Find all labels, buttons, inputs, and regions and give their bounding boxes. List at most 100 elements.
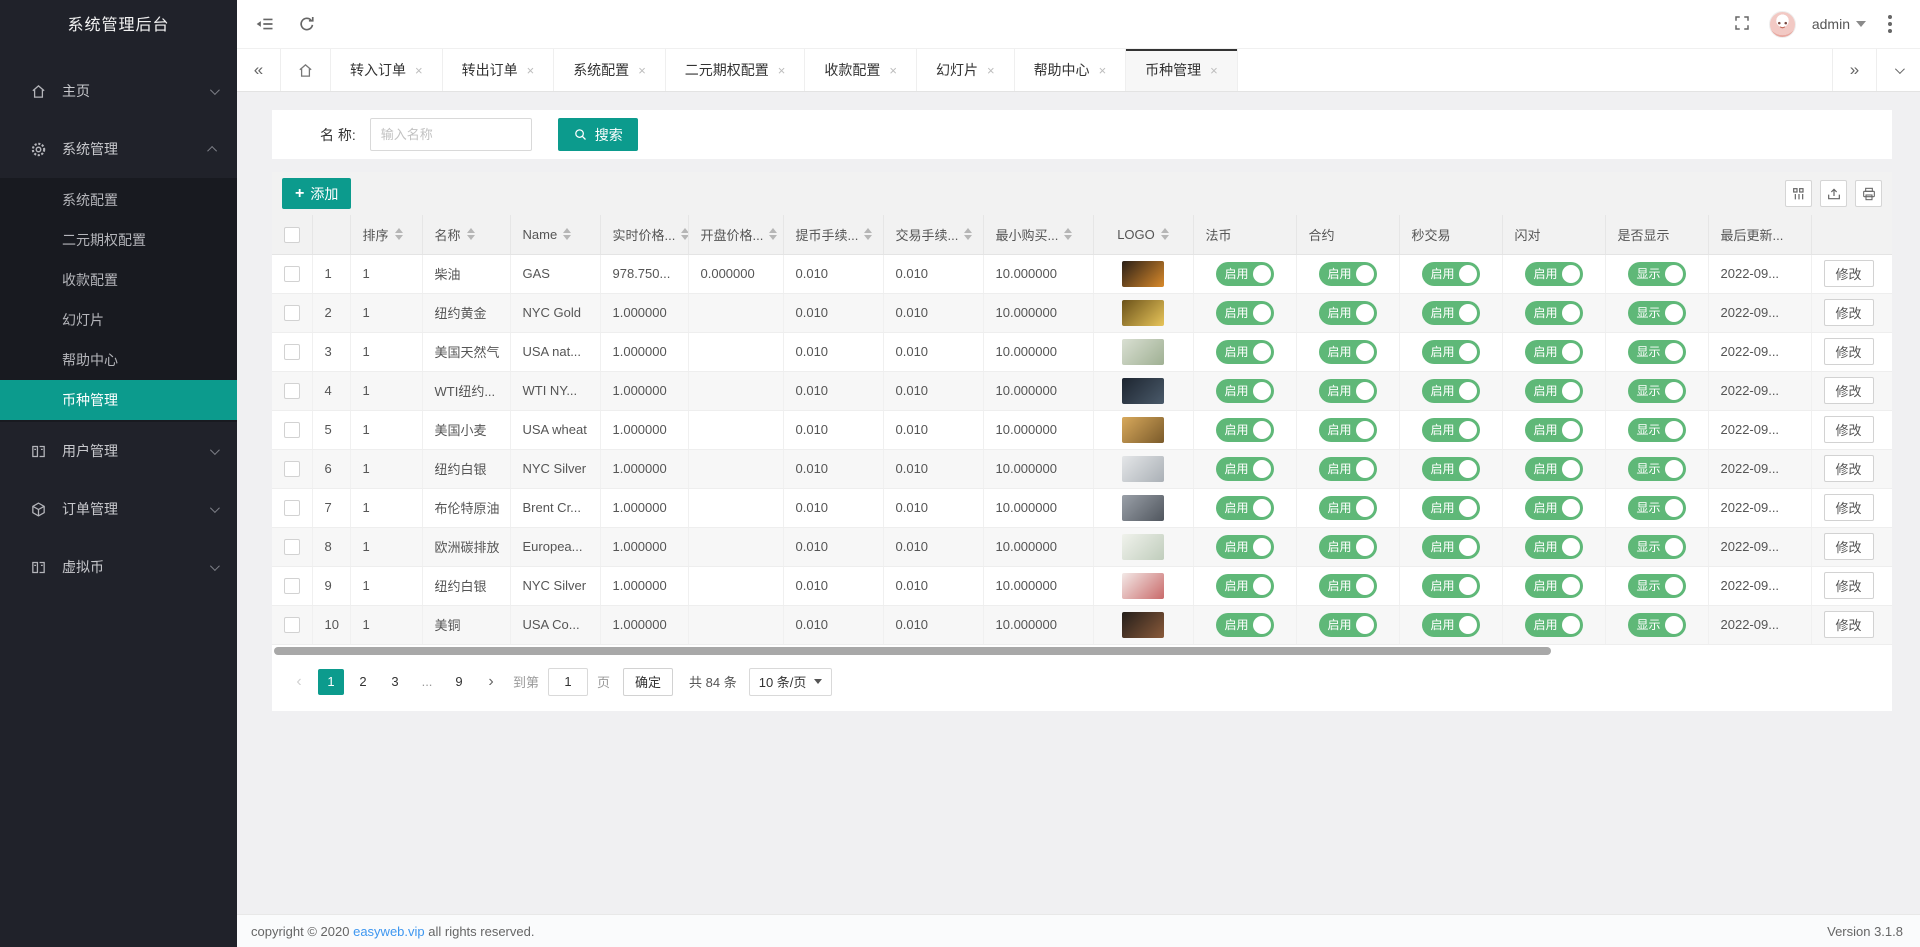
pagination-page-9[interactable]: 9 xyxy=(446,669,472,695)
sidebar-subitem-currency-management[interactable]: 币种管理 xyxy=(0,380,237,420)
print-button[interactable] xyxy=(1855,180,1882,207)
toggle-visible[interactable]: 显示 xyxy=(1628,379,1686,403)
row-checkbox[interactable] xyxy=(284,617,300,633)
toggle-flash-swap[interactable]: 启用 xyxy=(1525,457,1583,481)
sort-icon[interactable] xyxy=(964,228,972,240)
sort-icon[interactable] xyxy=(1064,228,1072,240)
row-checkbox[interactable] xyxy=(284,422,300,438)
toggle-contract[interactable]: 启用 xyxy=(1319,613,1377,637)
sidebar-subitem-slides[interactable]: 幻灯片 xyxy=(0,300,237,340)
column-header[interactable]: 秒交易 xyxy=(1399,215,1502,254)
toggle-visible[interactable]: 显示 xyxy=(1628,613,1686,637)
fullscreen-icon[interactable] xyxy=(1733,14,1753,34)
close-icon[interactable]: × xyxy=(415,63,423,78)
toggle-fiat[interactable]: 启用 xyxy=(1216,418,1274,442)
tab-二元期权配置[interactable]: 二元期权配置 × xyxy=(666,49,806,91)
toggle-seconds-trade[interactable]: 启用 xyxy=(1422,379,1480,403)
toggle-contract[interactable]: 启用 xyxy=(1319,262,1377,286)
toggle-fiat[interactable]: 启用 xyxy=(1216,574,1274,598)
toggle-flash-swap[interactable]: 启用 xyxy=(1525,301,1583,325)
tab-系统配置[interactable]: 系统配置 × xyxy=(554,49,666,91)
toggle-seconds-trade[interactable]: 启用 xyxy=(1422,535,1480,559)
toggle-fiat[interactable]: 启用 xyxy=(1216,340,1274,364)
pagination-page-3[interactable]: 3 xyxy=(382,669,408,695)
sidebar-subitem-payment-config[interactable]: 收款配置 xyxy=(0,260,237,300)
edit-button[interactable]: 修改 xyxy=(1824,338,1874,365)
tabs-scroll-left[interactable]: « xyxy=(237,49,281,91)
refresh-icon[interactable] xyxy=(297,14,317,34)
toggle-contract[interactable]: 启用 xyxy=(1319,418,1377,442)
sidebar-item-users[interactable]: 用户管理 xyxy=(0,422,237,480)
toggle-contract[interactable]: 启用 xyxy=(1319,457,1377,481)
toggle-fiat[interactable]: 启用 xyxy=(1216,496,1274,520)
collapse-sidebar-icon[interactable] xyxy=(255,14,275,34)
close-icon[interactable]: × xyxy=(1210,63,1218,78)
sort-icon[interactable] xyxy=(395,228,403,240)
row-checkbox[interactable] xyxy=(284,578,300,594)
column-header[interactable]: Name xyxy=(510,215,600,254)
toggle-seconds-trade[interactable]: 启用 xyxy=(1422,301,1480,325)
column-header[interactable]: 开盘价格... xyxy=(688,215,783,254)
export-button[interactable] xyxy=(1820,180,1847,207)
tabs-dropdown[interactable] xyxy=(1876,49,1920,91)
toggle-fiat[interactable]: 启用 xyxy=(1216,457,1274,481)
toggle-visible[interactable]: 显示 xyxy=(1628,574,1686,598)
tab-转出订单[interactable]: 转出订单 × xyxy=(443,49,555,91)
search-button[interactable]: 搜索 xyxy=(558,118,638,151)
toggle-visible[interactable]: 显示 xyxy=(1628,457,1686,481)
row-checkbox[interactable] xyxy=(284,383,300,399)
sidebar-subitem-system-config[interactable]: 系统配置 xyxy=(0,180,237,220)
close-icon[interactable]: × xyxy=(1099,63,1107,78)
toggle-flash-swap[interactable]: 启用 xyxy=(1525,379,1583,403)
tab-收款配置[interactable]: 收款配置 × xyxy=(805,49,917,91)
toggle-contract[interactable]: 启用 xyxy=(1319,301,1377,325)
edit-button[interactable]: 修改 xyxy=(1824,377,1874,404)
sort-icon[interactable] xyxy=(864,228,872,240)
tab-币种管理[interactable]: 币种管理 × xyxy=(1126,49,1238,91)
column-header[interactable]: 合约 xyxy=(1296,215,1399,254)
column-header[interactable] xyxy=(1811,215,1892,254)
toggle-visible[interactable]: 显示 xyxy=(1628,301,1686,325)
close-icon[interactable]: × xyxy=(778,63,786,78)
toggle-contract[interactable]: 启用 xyxy=(1319,340,1377,364)
toggle-flash-swap[interactable]: 启用 xyxy=(1525,574,1583,598)
toggle-flash-swap[interactable]: 启用 xyxy=(1525,613,1583,637)
toggle-seconds-trade[interactable]: 启用 xyxy=(1422,613,1480,637)
close-icon[interactable]: × xyxy=(638,63,646,78)
add-button[interactable]: + 添加 xyxy=(282,178,351,209)
toggle-flash-swap[interactable]: 启用 xyxy=(1525,418,1583,442)
toggle-flash-swap[interactable]: 启用 xyxy=(1525,340,1583,364)
toggle-visible[interactable]: 显示 xyxy=(1628,535,1686,559)
sort-icon[interactable] xyxy=(467,228,475,240)
sidebar-subitem-binary-option-config[interactable]: 二元期权配置 xyxy=(0,220,237,260)
tab-home[interactable] xyxy=(281,49,331,91)
search-input[interactable] xyxy=(370,118,532,151)
toggle-fiat[interactable]: 启用 xyxy=(1216,535,1274,559)
column-header[interactable]: 交易手续... xyxy=(883,215,983,254)
edit-button[interactable]: 修改 xyxy=(1824,611,1874,638)
edit-button[interactable]: 修改 xyxy=(1824,572,1874,599)
toggle-visible[interactable]: 显示 xyxy=(1628,418,1686,442)
user-menu[interactable]: admin xyxy=(1812,16,1866,32)
tab-帮助中心[interactable]: 帮助中心 × xyxy=(1015,49,1127,91)
toggle-fiat[interactable]: 启用 xyxy=(1216,301,1274,325)
edit-button[interactable]: 修改 xyxy=(1824,455,1874,482)
sidebar-item-system[interactable]: 系统管理 xyxy=(0,120,237,178)
close-icon[interactable]: × xyxy=(987,63,995,78)
toggle-contract[interactable]: 启用 xyxy=(1319,535,1377,559)
column-header[interactable]: LOGO xyxy=(1093,215,1193,254)
avatar[interactable] xyxy=(1769,11,1796,38)
filter-columns-button[interactable] xyxy=(1785,180,1812,207)
column-header[interactable]: 最后更新... xyxy=(1708,215,1811,254)
toggle-flash-swap[interactable]: 启用 xyxy=(1525,262,1583,286)
copyright-link[interactable]: easyweb.vip xyxy=(353,924,425,939)
toggle-contract[interactable]: 启用 xyxy=(1319,379,1377,403)
row-checkbox[interactable] xyxy=(284,305,300,321)
row-checkbox[interactable] xyxy=(284,266,300,282)
tab-幻灯片[interactable]: 幻灯片 × xyxy=(917,49,1015,91)
column-header[interactable]: 提币手续... xyxy=(783,215,883,254)
sort-icon[interactable] xyxy=(1161,228,1169,240)
sort-icon[interactable] xyxy=(681,228,688,240)
toggle-fiat[interactable]: 启用 xyxy=(1216,613,1274,637)
sidebar-subitem-help-center[interactable]: 帮助中心 xyxy=(0,340,237,380)
